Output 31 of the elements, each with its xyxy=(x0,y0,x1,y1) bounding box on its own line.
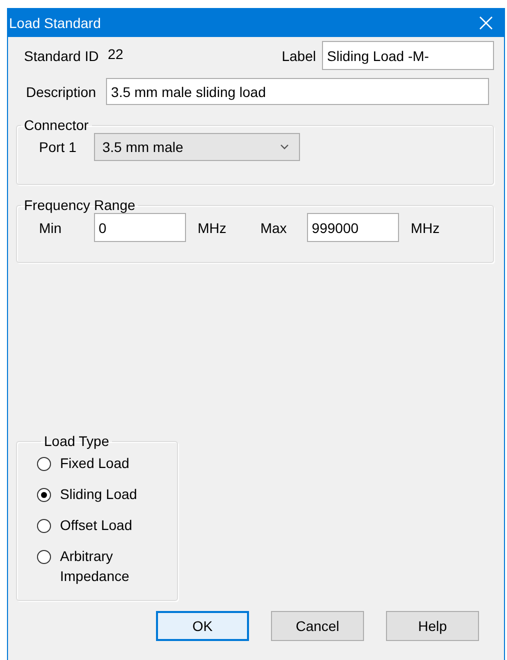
dialog-button[interactable]: Cancel xyxy=(271,611,364,641)
field-label: Min xyxy=(39,220,62,236)
radio-label[interactable]: Arbitrary Impedance xyxy=(60,546,150,586)
radio-button[interactable] xyxy=(37,488,51,502)
radio-button[interactable] xyxy=(37,457,51,471)
radio-button[interactable] xyxy=(37,550,51,564)
field-label: Description xyxy=(26,84,96,100)
radio-label[interactable]: Offset Load xyxy=(60,515,150,535)
min-field[interactable]: 0 xyxy=(94,213,186,242)
port-dropdown[interactable]: 3.5 mm male xyxy=(94,133,300,161)
group-title: Connector xyxy=(23,117,90,133)
label-field[interactable]: Sliding Load -M- xyxy=(322,41,494,70)
radio-button[interactable] xyxy=(37,519,51,533)
group-title: Frequency Range xyxy=(23,197,136,213)
standard-id-value: 22 xyxy=(108,46,124,62)
dialog-button[interactable]: Help xyxy=(386,611,479,641)
dialog-button[interactable]: OK xyxy=(156,611,249,641)
field-label: Label xyxy=(282,48,316,64)
field-label: Standard ID xyxy=(24,48,99,64)
chevron-down-icon xyxy=(280,144,290,150)
max-field[interactable]: 999000 xyxy=(306,213,399,242)
radio-label[interactable]: Fixed Load xyxy=(60,453,150,473)
group-title: Load Type xyxy=(43,433,110,449)
unit-label: MHz xyxy=(410,220,440,236)
window-title: Load Standard xyxy=(9,14,101,30)
field-label: Max xyxy=(260,220,287,236)
field-label: Port 1 xyxy=(39,139,76,155)
radio-label[interactable]: Sliding Load xyxy=(60,484,150,504)
unit-label: MHz xyxy=(198,220,226,236)
close-icon[interactable] xyxy=(479,16,493,30)
description-field[interactable]: 3.5 mm male sliding load xyxy=(106,78,490,105)
